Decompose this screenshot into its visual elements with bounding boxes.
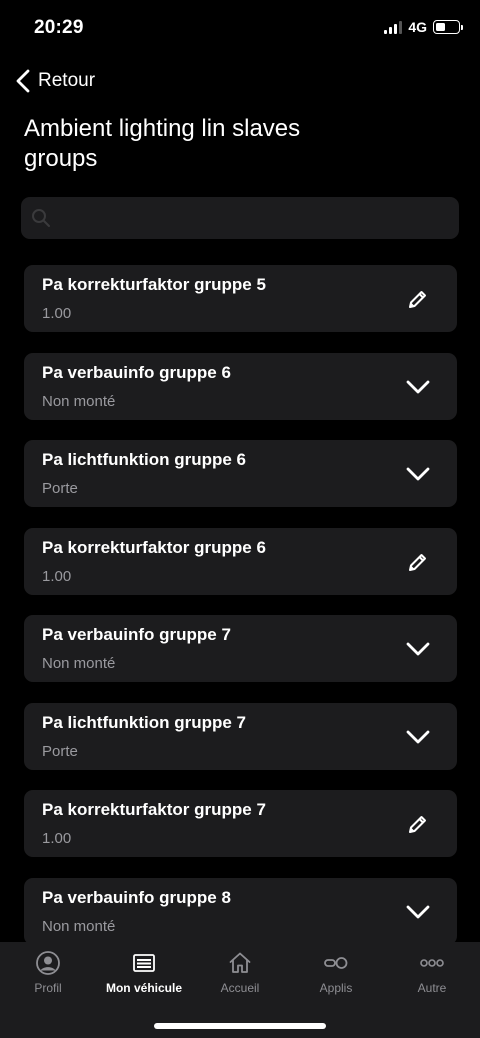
item-value: 1.00 bbox=[42, 567, 72, 585]
battery-icon bbox=[433, 20, 463, 34]
item-value: 1.00 bbox=[42, 305, 72, 322]
chevron-down-icon[interactable] bbox=[405, 636, 431, 662]
item-value: Porte bbox=[42, 742, 78, 760]
vehicle-icon bbox=[133, 954, 155, 972]
tab-accueil[interactable]: Accueil bbox=[192, 950, 288, 995]
item-title: Pa verbauinfo gruppe 7 bbox=[42, 625, 231, 644]
tab-label-profil: Profil bbox=[34, 981, 62, 995]
signal-icon bbox=[384, 20, 403, 34]
tab-label-accueil: Accueil bbox=[220, 981, 260, 995]
chevron-down-icon[interactable] bbox=[405, 899, 431, 925]
more-icon bbox=[420, 959, 444, 967]
home-icon bbox=[229, 952, 251, 973]
list-item[interactable]: Pa korrekturfaktor gruppe 5 1.00 bbox=[24, 265, 457, 332]
tab-applis[interactable]: Applis bbox=[288, 950, 384, 995]
list-item[interactable]: Pa lichtfunktion gruppe 7 Porte bbox=[24, 702, 457, 770]
item-value: Porte bbox=[42, 480, 78, 497]
page-title: Ambient lighting lin slaves groups bbox=[24, 115, 301, 172]
list-item[interactable]: Pa verbauinfo gruppe 6 Non monté bbox=[24, 352, 457, 420]
back-label: Retour bbox=[38, 70, 96, 91]
item-title: Pa korrekturfaktor gruppe 5 bbox=[42, 275, 266, 294]
chevron-down-icon[interactable] bbox=[405, 724, 431, 750]
list-item[interactable]: Pa korrekturfaktor gruppe 7 1.00 bbox=[24, 790, 457, 857]
chevron-down-icon[interactable] bbox=[405, 461, 431, 487]
list-item[interactable]: Pa verbauinfo gruppe 7 Non monté bbox=[24, 615, 457, 682]
tab-label-autre: Autre bbox=[417, 981, 447, 995]
item-title: Pa lichtfunktion gruppe 6 bbox=[42, 450, 247, 469]
status-bar: 20:29 4G bbox=[0, 0, 480, 56]
item-title: Pa korrekturfaktor gruppe 6 bbox=[42, 537, 266, 557]
pencil-icon[interactable] bbox=[405, 286, 431, 312]
chevron-down-icon[interactable] bbox=[405, 374, 431, 400]
list-item[interactable]: Pa lichtfunktion gruppe 6 Porte bbox=[24, 440, 457, 507]
tab-profil[interactable]: Profil bbox=[0, 950, 96, 995]
tab-autre[interactable]: Autre bbox=[384, 950, 480, 995]
chevron-left-icon bbox=[16, 69, 30, 93]
item-value: Non monté bbox=[42, 392, 116, 410]
item-value: 1.00 bbox=[42, 830, 72, 847]
search-bar[interactable] bbox=[21, 197, 459, 239]
list-item[interactable]: Pa verbauinfo gruppe 8 Non monté bbox=[24, 877, 457, 942]
status-time: 20:29 bbox=[34, 17, 84, 38]
back-button[interactable]: Retour bbox=[14, 68, 95, 94]
apps-icon bbox=[324, 957, 348, 969]
home-indicator[interactable] bbox=[154, 1023, 326, 1029]
parameter-list: Pa korrekturfaktor gruppe 5 1.00 Pa verbau… bbox=[24, 265, 457, 942]
pencil-icon[interactable] bbox=[405, 811, 431, 837]
tab-label-mon-vehicule: Mon véhicule bbox=[105, 981, 182, 995]
tab-mon-vehicule[interactable]: Mon véhicule bbox=[96, 950, 192, 995]
pencil-icon[interactable] bbox=[405, 549, 431, 575]
item-title: Pa korrekturfaktor gruppe 7 bbox=[42, 800, 266, 819]
search-input[interactable] bbox=[59, 209, 439, 227]
item-title: Pa lichtfunktion gruppe 7 bbox=[42, 712, 247, 732]
status-indicators: 4G bbox=[384, 19, 463, 35]
search-icon bbox=[32, 209, 50, 227]
item-value: Non monté bbox=[42, 917, 116, 935]
list-item[interactable]: Pa korrekturfaktor gruppe 6 1.00 bbox=[24, 527, 457, 595]
tab-label-applis: Applis bbox=[319, 981, 353, 995]
profile-icon bbox=[36, 951, 60, 975]
item-title: Pa verbauinfo gruppe 6 bbox=[42, 362, 231, 382]
item-value: Non monté bbox=[42, 655, 116, 672]
network-type: 4G bbox=[408, 19, 427, 35]
item-title: Pa verbauinfo gruppe 8 bbox=[42, 887, 231, 907]
